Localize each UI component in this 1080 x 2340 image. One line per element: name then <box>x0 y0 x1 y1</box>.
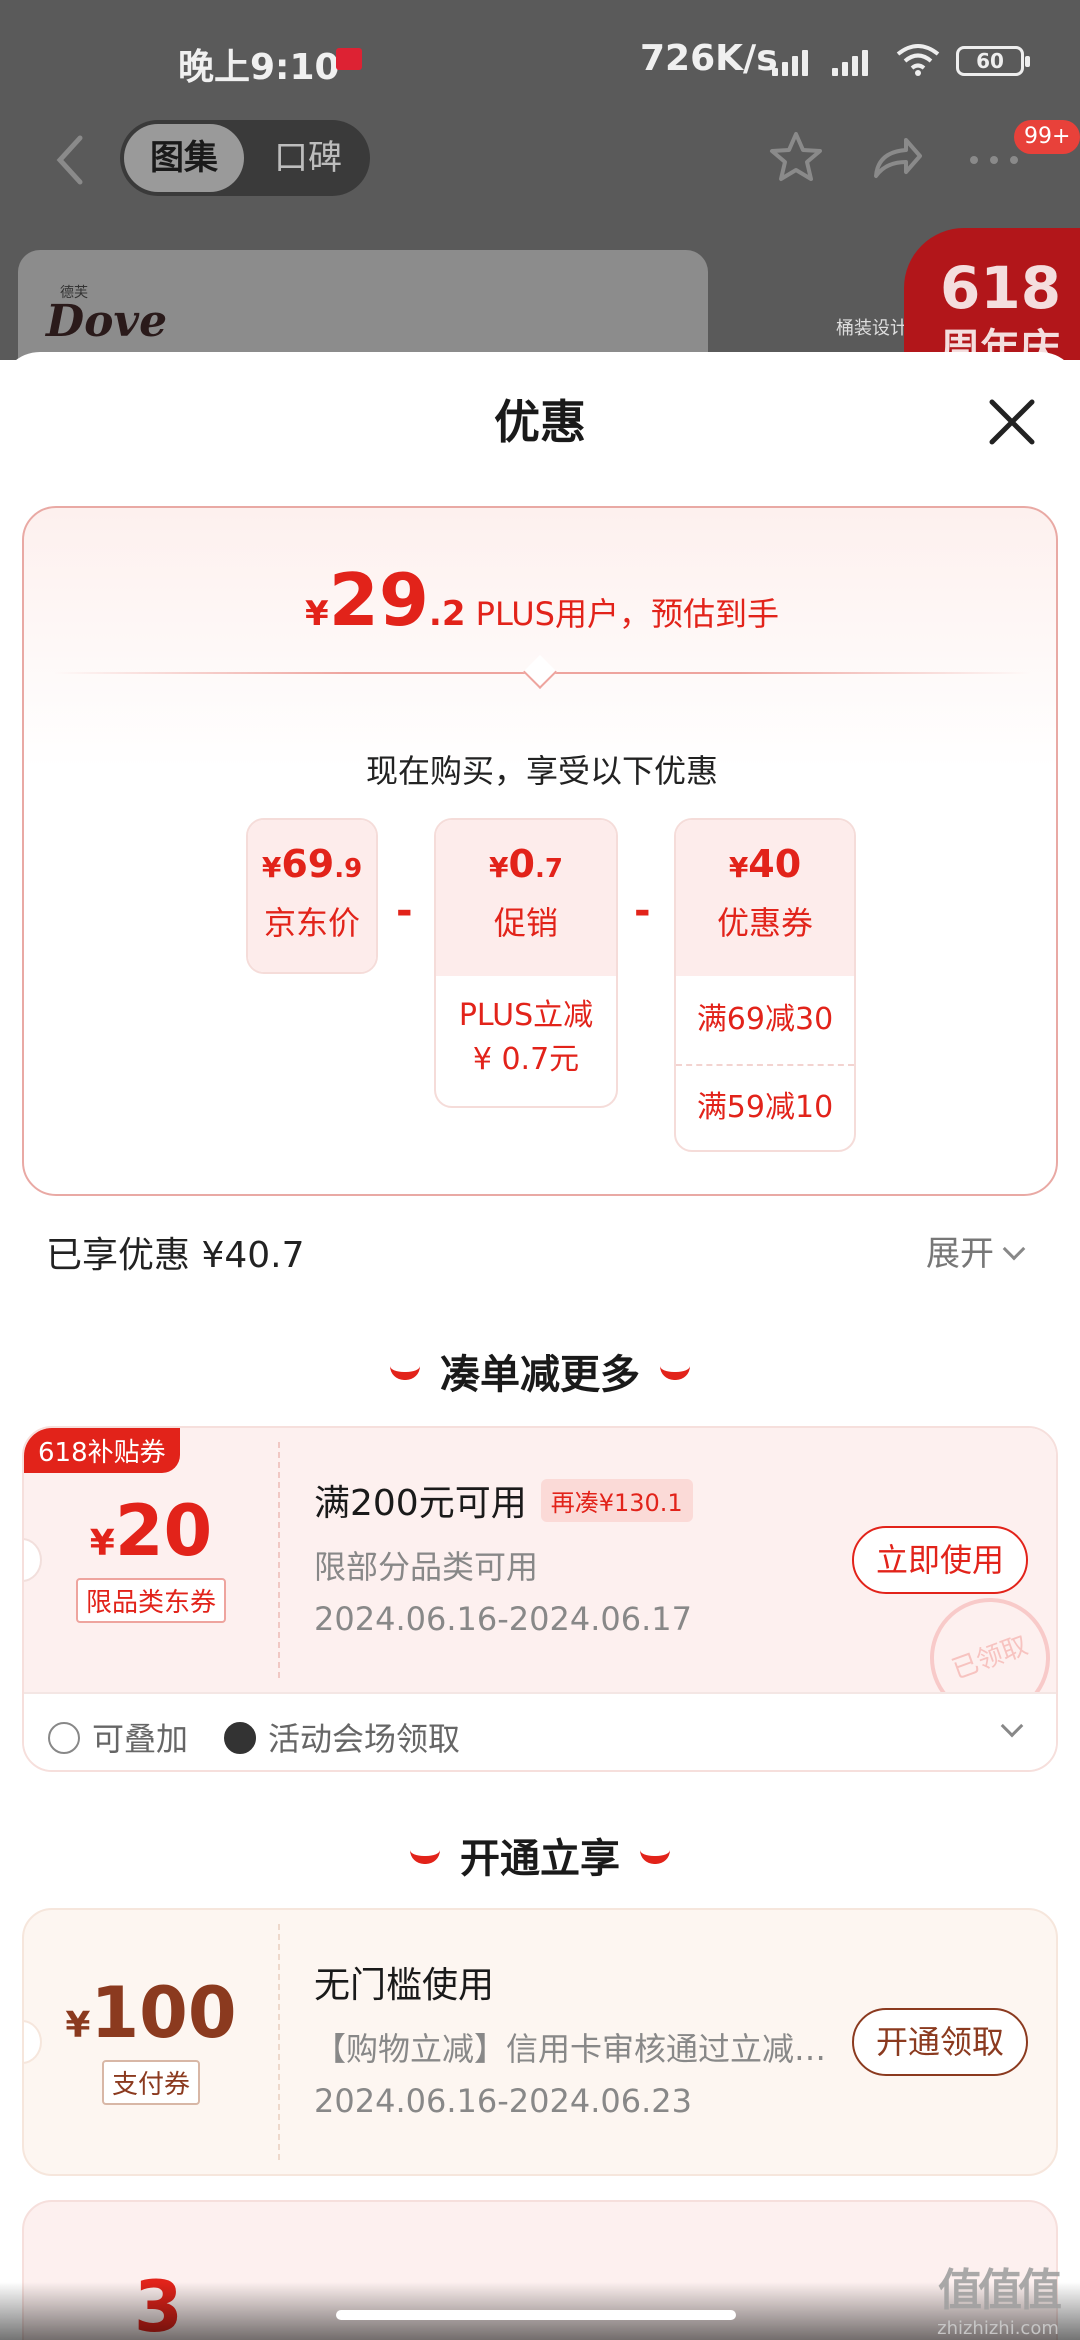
coupon-gap-badge: 再凑¥130.1 <box>540 1479 693 1522</box>
signal-icon <box>772 48 818 76</box>
watermark-logo: 值值值 <box>938 2265 1062 2316</box>
signal-hd-icon <box>832 48 878 76</box>
coupon-desc: 【购物立减】信用卡审核通过立减100元 <box>314 2030 834 2068</box>
back-arrow-icon[interactable] <box>50 130 90 190</box>
tab-reviews[interactable]: 口碑 <box>256 124 360 192</box>
brand-logo: Dove <box>46 296 168 347</box>
coupon-footer: 可叠加 活动会场领取 <box>24 1692 1056 1770</box>
battery-icon: 60 <box>956 46 1030 76</box>
divider-notch <box>523 655 557 689</box>
coupon-card-subsidy: 618补贴券 ¥20 限品类东券 满200元可用 再凑¥130.1 限部分品类可用… <box>22 1426 1058 1772</box>
status-time: 晚上9:10 <box>178 47 340 88</box>
calc-sub-plus: PLUS立减 ¥ 0.7元 <box>458 998 594 1077</box>
minus-sign: - <box>396 888 413 934</box>
coupon-divider <box>278 1442 280 1678</box>
calc-sub-coupon-2: 满59减10 <box>676 1064 854 1150</box>
coupon-type-tag: 支付券 <box>101 2060 200 2105</box>
calc-label: 促销 <box>493 904 558 942</box>
section-open-title: 开通立享 <box>460 1836 620 1882</box>
promo-text: 桶装设计 <box>836 318 908 339</box>
coupon-amount: 20 <box>114 1490 213 1572</box>
minus-sign: - <box>634 888 651 934</box>
stackable-info: 可叠加 <box>48 1714 188 1760</box>
estimated-integer: 29 <box>328 558 429 642</box>
stack-icon <box>48 1722 80 1754</box>
calc-integer: 69 <box>281 842 335 886</box>
estimated-note: PLUS用户，预估到手 <box>465 595 779 633</box>
coupon-desc: 限部分品类可用 <box>314 1548 539 1586</box>
section-more-heading: 凑单减更多 <box>0 1342 1080 1400</box>
coupon-value: ¥20 限品类东券 <box>24 1428 278 1692</box>
price-breakdown-box: ¥29.2 PLUS用户，预估到手 现在购买，享受以下优惠 ¥69.9 京东价 … <box>22 506 1058 1196</box>
watermark-text: zhizhizhi.com <box>937 2318 1059 2339</box>
calc-jd-price: ¥69.9 京东价 <box>246 818 378 974</box>
smile-decoration-icon <box>660 1366 690 1380</box>
sheet-title: 优惠 <box>494 395 586 449</box>
coupon-title: 满200元可用 再凑¥130.1 <box>314 1474 693 1526</box>
enjoyed-discount: 已享优惠 ¥40.7 <box>46 1235 305 1276</box>
promo-618-badge: 618 周年庆 <box>904 228 1080 360</box>
ticket-icon <box>224 1722 256 1754</box>
venue-info: 活动会场领取 <box>224 1714 460 1760</box>
coupon-amount: 100 <box>90 1972 237 2054</box>
section-open-heading: 开通立享 <box>0 1826 1080 1884</box>
discount-subline: 现在购买，享受以下优惠 <box>365 752 718 790</box>
home-indicator[interactable] <box>336 2310 736 2320</box>
star-icon[interactable] <box>766 128 826 188</box>
notification-flag-icon <box>336 48 362 70</box>
chevron-down-icon <box>1002 1237 1026 1261</box>
estimated-price: ¥29.2 PLUS用户，预估到手 <box>24 558 1060 642</box>
coupon-type-tag: 限品类东券 <box>75 1578 226 1623</box>
calc-decimal: .9 <box>334 854 363 884</box>
calc-label: 京东价 <box>263 904 360 942</box>
coupon-divider <box>278 1924 280 2160</box>
calc-currency: ¥ <box>489 851 509 884</box>
calc-decimal: .7 <box>534 854 563 884</box>
expand-button[interactable]: 展开 <box>926 1226 1026 1275</box>
estimated-decimal: .2 <box>428 594 466 634</box>
smile-decoration-icon <box>410 1850 440 1864</box>
share-icon[interactable] <box>866 128 926 188</box>
venue-label: 活动会场领取 <box>268 1720 461 1758</box>
coupon-value: ¥100 支付券 <box>24 1910 278 2174</box>
coupon-currency: ¥ <box>65 2005 91 2046</box>
coupon-date: 2024.06.16-2024.06.23 <box>314 2082 692 2120</box>
calc-label: 优惠券 <box>716 904 813 942</box>
chevron-down-icon[interactable] <box>1000 1714 1024 1738</box>
smile-decoration-icon <box>390 1366 420 1380</box>
status-bar: 晚上9:10 726K/s 60 <box>0 0 1080 110</box>
background-page: 晚上9:10 726K/s 60 图集 口碑 99+ 德芙 Dove 桶装设计 <box>0 0 1080 360</box>
section-more-title: 凑单减更多 <box>440 1352 640 1398</box>
watermark: 值值值 zhizhizhi.com <box>928 2254 1068 2339</box>
wifi-icon <box>896 44 940 76</box>
coupon-title: 无门槛使用 <box>314 1965 495 2006</box>
close-icon[interactable] <box>980 390 1044 454</box>
calc-coupon: ¥40 优惠券 满69减30 满59减10 <box>674 818 856 1152</box>
coupon-date: 2024.06.16-2024.06.17 <box>314 1600 692 1638</box>
gallery-tab-switch: 图集 口碑 <box>120 120 370 196</box>
estimated-currency: ¥ <box>305 594 329 634</box>
promo-618-number: 618 <box>940 254 1062 322</box>
smile-decoration-icon <box>640 1850 670 1864</box>
open-claim-button[interactable]: 开通领取 <box>852 2008 1028 2076</box>
calc-sub-coupon-1: 满69减30 <box>696 1002 834 1037</box>
coupon-title-text: 满200元可用 <box>314 1483 527 1524</box>
tab-gallery[interactable]: 图集 <box>124 124 244 192</box>
use-now-button[interactable]: 立即使用 <box>852 1526 1028 1594</box>
coupon-card-payment: ¥100 支付券 无门槛使用 【购物立减】信用卡审核通过立减100元 2024.… <box>22 1908 1058 2176</box>
calc-integer: 0 <box>508 842 535 886</box>
calc-currency: ¥ <box>728 851 749 884</box>
stackable-label: 可叠加 <box>92 1720 189 1758</box>
net-speed: 726K/s <box>640 38 778 79</box>
calc-integer: 40 <box>748 842 802 886</box>
calc-currency: ¥ <box>261 851 282 884</box>
calc-promotion: ¥0.7 促销 PLUS立减 ¥ 0.7元 <box>434 818 618 1108</box>
message-badge: 99+ <box>1014 120 1080 154</box>
expand-label: 展开 <box>926 1234 994 1274</box>
coupon-currency: ¥ <box>89 1523 115 1564</box>
discount-sheet: 优惠 ¥29.2 PLUS用户，预估到手 现在购买，享受以下优惠 ¥69.9 京… <box>0 352 1080 2340</box>
